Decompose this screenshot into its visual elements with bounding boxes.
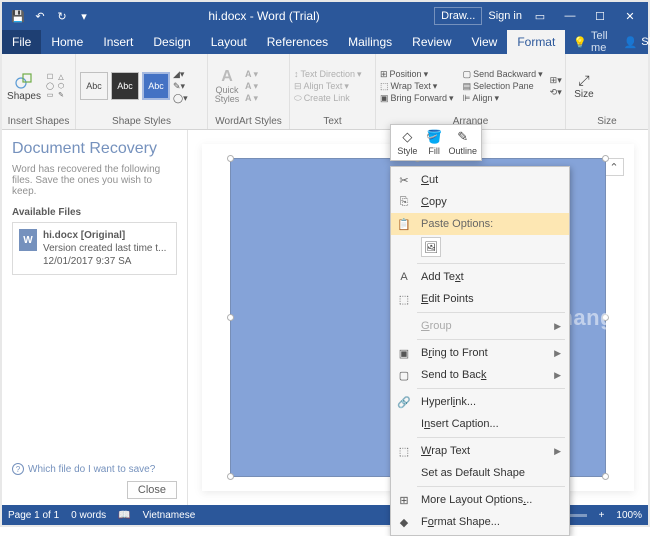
style-icon: ◇ <box>398 129 416 145</box>
ctx-set-default-shape[interactable]: Set as Default Shape <box>391 462 569 484</box>
rotate-button[interactable]: ⟲▾ <box>550 87 562 98</box>
text-fill-button[interactable]: A▾ <box>245 69 258 80</box>
status-page[interactable]: Page 1 of 1 <box>8 510 59 521</box>
tab-home[interactable]: Home <box>41 30 93 54</box>
ribbon-tabs: File Home Insert Design Layout Reference… <box>2 30 648 54</box>
ctx-paste-options: 📋Paste Options: <box>391 213 569 235</box>
group-size: Size <box>570 116 644 129</box>
ctx-copy[interactable]: ⎘Copy <box>391 191 569 213</box>
wrap-text-button[interactable]: ⬚ Wrap Text ▾ <box>380 81 454 92</box>
ctx-more-layout[interactable]: ⊞More Layout Options... <box>391 489 569 511</box>
window-title: hi.docx - Word (Trial) <box>94 9 434 23</box>
draw-button[interactable]: Draw... <box>434 7 482 25</box>
ctx-bring-to-front[interactable]: ▣Bring to Front▶ <box>391 342 569 364</box>
qat-dropdown-icon[interactable]: ▾ <box>74 6 94 26</box>
ctx-format-shape[interactable]: ◆Format Shape... <box>391 511 569 533</box>
ribbon: Shapes ☐△◯⬡▭✎ Insert Shapes Abc Abc Abc … <box>2 54 648 130</box>
cut-icon: ✂ <box>395 172 413 188</box>
layout-icon: ⊞ <box>395 492 413 508</box>
ribbon-options-icon[interactable]: ▭ <box>528 4 552 28</box>
mini-toolbar: ◇ Style 🪣 Fill ✎ Outline <box>390 124 482 161</box>
shape-style-2[interactable]: Abc <box>111 72 139 100</box>
edit-points-icon: ⬚ <box>395 291 413 307</box>
maximize-icon[interactable]: ☐ <box>588 4 612 28</box>
fill-icon: 🪣 <box>425 129 443 145</box>
tab-layout[interactable]: Layout <box>201 30 257 54</box>
group-button[interactable]: ⊞▾ <box>550 75 562 86</box>
group-insert-shapes: Insert Shapes <box>6 116 71 129</box>
mini-fill-button[interactable]: 🪣 Fill <box>421 128 448 157</box>
text-direction-button[interactable]: ↕ Text Direction ▾ <box>294 69 362 80</box>
tab-review[interactable]: Review <box>402 30 461 54</box>
status-words[interactable]: 0 words <box>71 510 106 521</box>
context-menu: ✂CuCutt ⎘Copy 📋Paste Options: 🖼 AAdd Tex… <box>390 166 570 536</box>
share-button[interactable]: 👤 Share <box>616 30 650 54</box>
mini-outline-button[interactable]: ✎ Outline <box>447 128 478 157</box>
send-backward-button[interactable]: ▢ Send Backward ▾ <box>463 69 543 80</box>
position-button[interactable]: ⊞ Position ▾ <box>380 69 454 80</box>
close-icon[interactable]: ✕ <box>618 4 642 28</box>
status-language[interactable]: Vietnamese <box>143 510 196 521</box>
shape-fill-button[interactable]: ◢▾ <box>173 69 188 80</box>
quick-styles-button[interactable]: A Quick Styles <box>212 68 242 104</box>
zoom-level[interactable]: 100% <box>616 510 642 521</box>
ctx-wrap-text[interactable]: ⬚Wrap Text▶ <box>391 440 569 462</box>
size-button[interactable]: ⤢ Size <box>570 72 598 100</box>
paste-option-picture[interactable]: 🖼 <box>421 237 441 257</box>
bring-front-icon: ▣ <box>395 345 413 361</box>
bring-forward-button[interactable]: ▣ Bring Forward ▾ <box>380 93 454 104</box>
ctx-send-to-back[interactable]: ▢Send to Back▶ <box>391 364 569 386</box>
shape-style-1[interactable]: Abc <box>80 72 108 100</box>
redo-icon[interactable]: ↻ <box>52 6 72 26</box>
shape-gallery-icon[interactable]: ☐△◯⬡▭✎ <box>45 73 67 99</box>
mini-style-button[interactable]: ◇ Style <box>394 128 421 157</box>
send-back-icon: ▢ <box>395 367 413 383</box>
selection-pane-button[interactable]: ▤ Selection Pane <box>463 81 543 92</box>
shape-style-3[interactable]: Abc <box>142 72 170 100</box>
group-text: Text <box>294 116 371 129</box>
shape-effects-button[interactable]: ◯▾ <box>173 93 188 104</box>
copy-icon: ⎘ <box>395 194 413 210</box>
status-proofing-icon[interactable]: 📖 <box>118 510 130 521</box>
text-outline-button[interactable]: A▾ <box>245 81 258 92</box>
tab-format[interactable]: Format <box>507 30 565 54</box>
tab-view[interactable]: View <box>462 30 508 54</box>
tellme-box[interactable]: 💡 Tell me <box>565 30 615 54</box>
tab-references[interactable]: References <box>257 30 338 54</box>
ctx-add-text[interactable]: AAdd Text <box>391 266 569 288</box>
ctx-group: Group▶ <box>391 315 569 337</box>
shape-outline-button[interactable]: ✎▾ <box>173 81 188 92</box>
undo-icon[interactable]: ↶ <box>30 6 50 26</box>
align-button[interactable]: ⊫ Align ▾ <box>463 93 543 104</box>
group-shape-styles: Shape Styles <box>80 116 203 129</box>
wrap-text-icon: ⬚ <box>395 443 413 459</box>
paste-icon: 📋 <box>395 216 413 232</box>
group-wordart-styles: WordArt Styles <box>212 116 285 129</box>
tab-insert[interactable]: Insert <box>93 30 143 54</box>
minimize-icon[interactable]: — <box>558 4 582 28</box>
ctx-edit-points[interactable]: ⬚Edit Points <box>391 288 569 310</box>
shapes-button[interactable]: Shapes <box>6 71 42 102</box>
ctx-cut[interactable]: ✂CuCutt <box>391 169 569 191</box>
align-text-button[interactable]: ⊟ Align Text ▾ <box>294 81 362 92</box>
tab-mailings[interactable]: Mailings <box>338 30 402 54</box>
ctx-hyperlink[interactable]: 🔗Hyperlink... <box>391 391 569 413</box>
ctx-insert-caption[interactable]: Insert Caption... <box>391 413 569 435</box>
add-text-icon: A <box>395 269 413 285</box>
titlebar: 💾 ↶ ↻ ▾ hi.docx - Word (Trial) Draw... S… <box>2 2 648 30</box>
save-icon[interactable]: 💾 <box>8 6 28 26</box>
outline-icon: ✎ <box>454 129 472 145</box>
zoom-in-button[interactable]: + <box>599 510 605 521</box>
signin-link[interactable]: Sign in <box>488 10 522 22</box>
format-shape-icon: ◆ <box>395 514 413 530</box>
create-link-button[interactable]: ⬭ Create Link <box>294 93 362 104</box>
hyperlink-icon: 🔗 <box>395 394 413 410</box>
tab-file[interactable]: File <box>2 30 41 54</box>
text-effects-button[interactable]: A▾ <box>245 93 258 104</box>
tab-design[interactable]: Design <box>143 30 200 54</box>
